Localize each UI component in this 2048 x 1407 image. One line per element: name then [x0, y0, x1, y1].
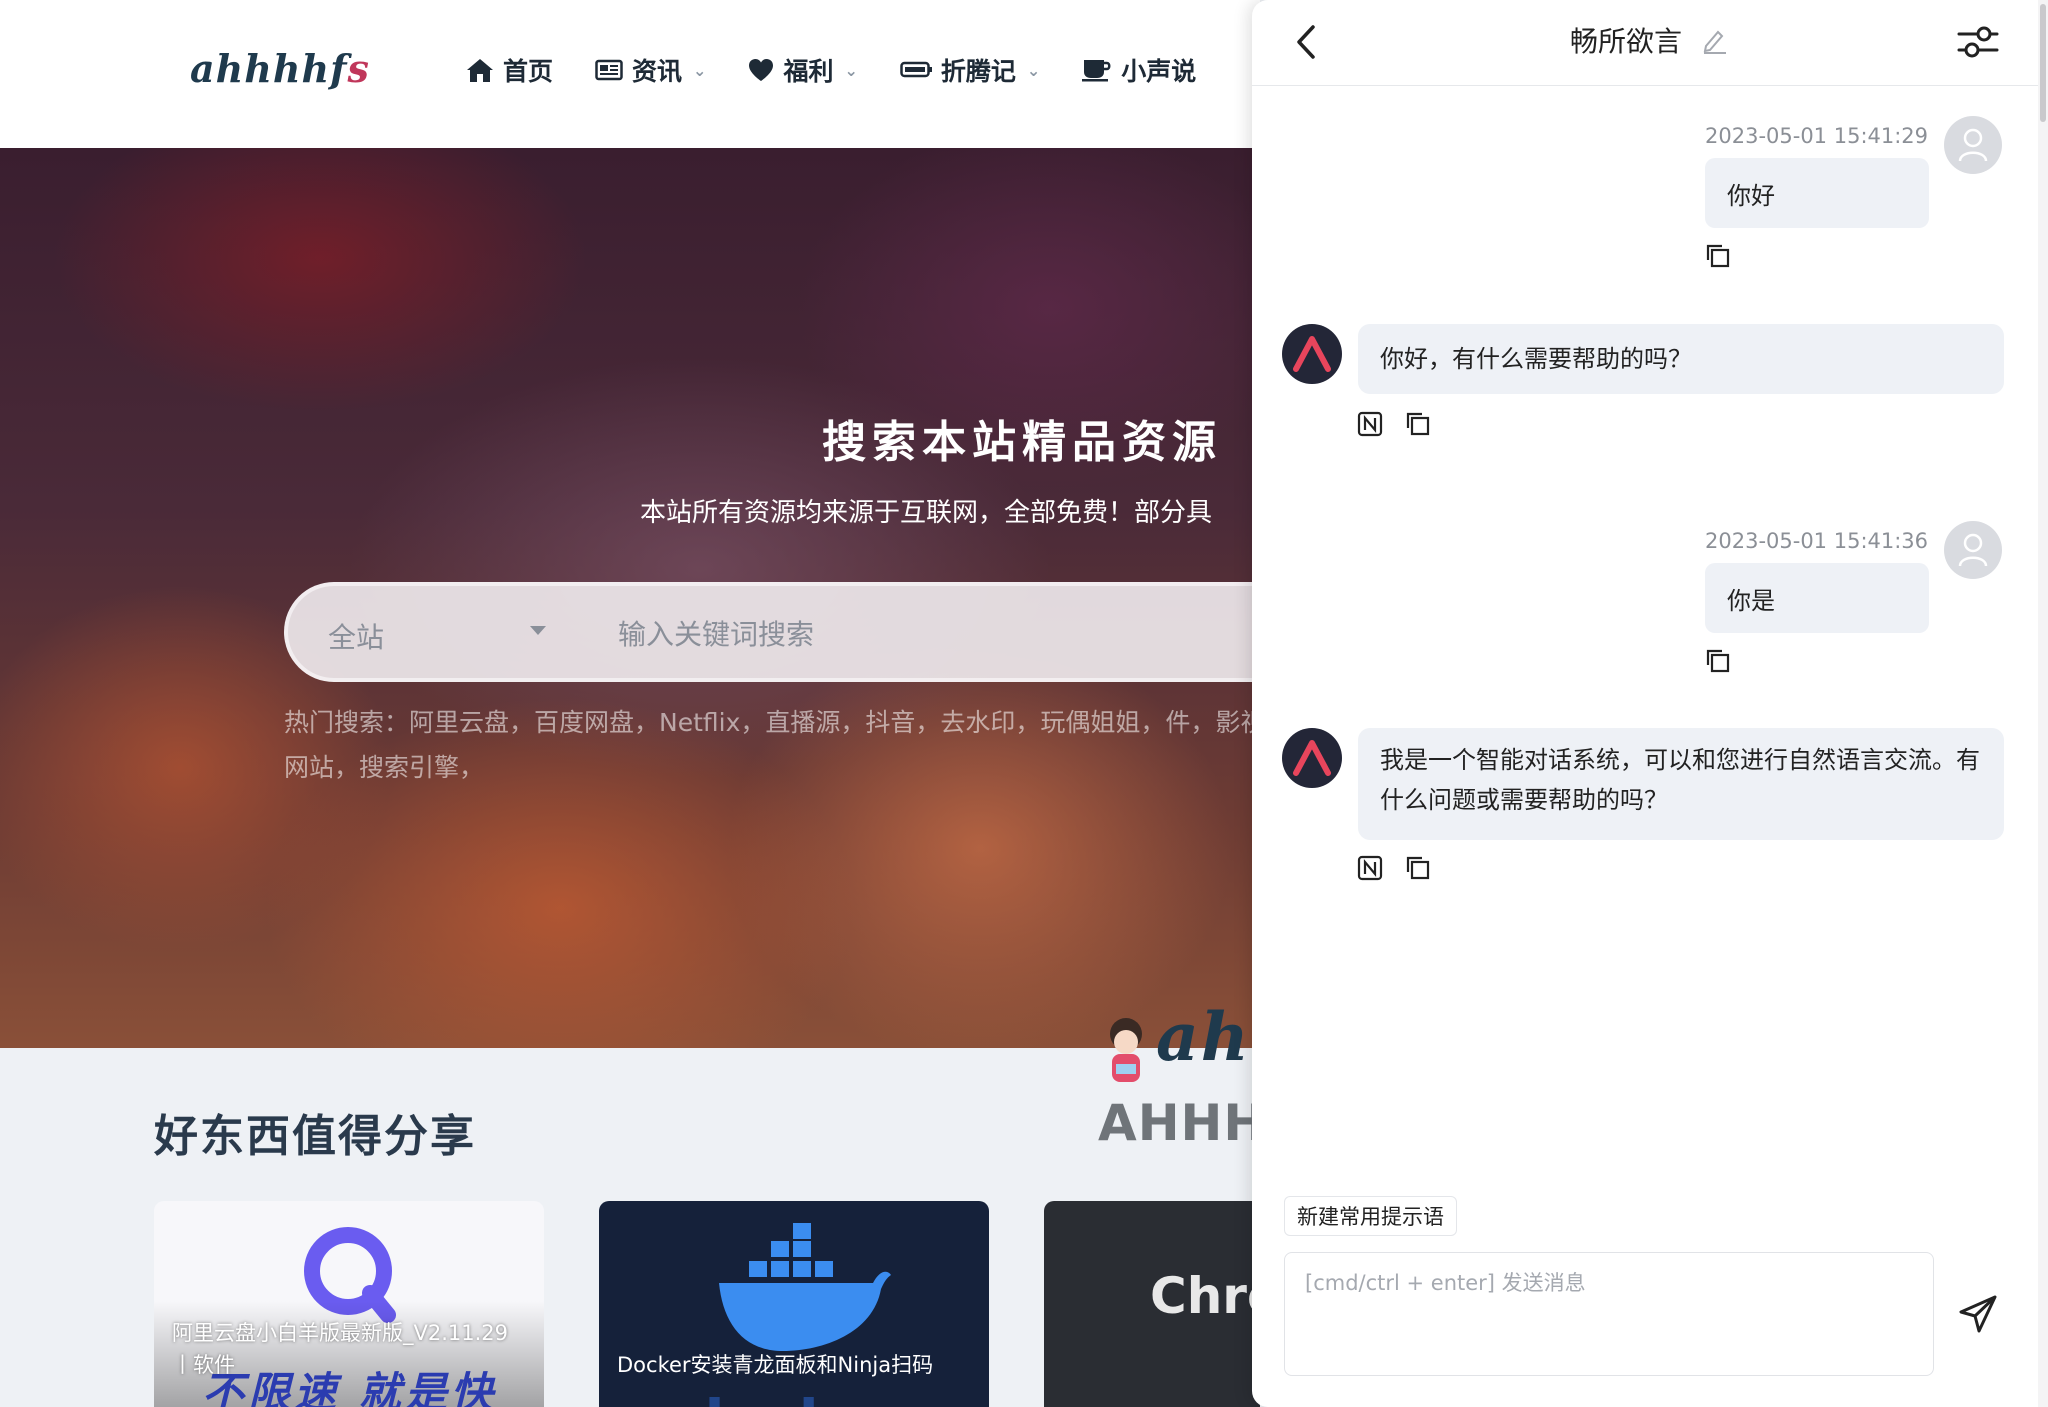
heart-icon [749, 59, 774, 81]
chat-header: 畅所欲言 [1252, 0, 2038, 86]
nav-label: 福利 [783, 57, 834, 86]
nav-label: 资讯 [632, 57, 683, 86]
user-avatar [1944, 521, 2002, 579]
post-card[interactable]: Chro [1044, 1201, 1260, 1407]
scrollbar-thumb[interactable] [2040, 4, 2046, 122]
settings-sliders-icon[interactable] [1956, 22, 2000, 62]
copy-button[interactable] [1704, 242, 1732, 270]
card-image-text: docker [683, 1387, 904, 1407]
coffee-icon [1082, 60, 1111, 82]
notion-export-button[interactable] [1356, 410, 1384, 438]
notion-export-button[interactable] [1356, 854, 1384, 882]
caret-down-icon[interactable] [530, 626, 546, 635]
hero-banner: 搜索本站精品资源 本站所有资源均来源于互联网，全部免费！部分具 全站 热门搜索：… [0, 148, 1260, 1048]
mascot-icon [1110, 1018, 1142, 1082]
chevron-down-icon: ⌄ [693, 60, 707, 80]
chevron-left-icon [1297, 25, 1315, 59]
user-icon [1958, 128, 1988, 162]
hero-title: 搜索本站精品资源 [822, 417, 1222, 468]
main-nav: 首页 资讯 ⌄ 福利 ⌄ 折腾记 ⌄ 小声说 [466, 52, 1196, 88]
chat-panel: 畅所欲言 2023-05-01 15:41:29 你好 你好，有什么需要帮助的吗… [1252, 0, 2038, 1407]
nav-item-news[interactable]: 资讯 ⌄ [595, 52, 706, 88]
nav-item-home[interactable]: 首页 [466, 52, 553, 88]
chat-title: 畅所欲言 [1570, 25, 1683, 58]
copy-button[interactable] [1404, 854, 1432, 882]
search-scope-select[interactable]: 全站 [328, 616, 384, 656]
copy-icon [1406, 412, 1430, 436]
assistant-avatar [1282, 728, 1342, 788]
chevron-down-icon: ⌄ [844, 60, 858, 80]
tool-icon [900, 61, 932, 78]
copy-button[interactable] [1404, 410, 1432, 438]
nav-item-tinker[interactable]: 折腾记 ⌄ [900, 52, 1040, 88]
newspaper-icon [595, 59, 623, 81]
docker-whale-logo [719, 1223, 891, 1351]
watermark-domain: AHHHHFS.COM [1098, 1094, 1260, 1152]
card-caption[interactable]: 阿里云盘小白羊版最新版_V2.11.29 丨软件 [172, 1317, 532, 1381]
new-prompt-button[interactable]: 新建常用提示语 [1284, 1196, 1457, 1236]
website-background: ahhhhfs 首页 资讯 ⌄ 福利 ⌄ 折腾记 ⌄ 小声说 搜索本站精品资源 … [0, 0, 1260, 1407]
nav-label: 小声说 [1121, 57, 1197, 86]
edit-icon[interactable] [1700, 26, 1728, 54]
card-image-text: Chro [1150, 1267, 1260, 1325]
watermark: ahhhhfs A姐分享 AHHHHFS.COM [1098, 990, 1260, 1160]
assistant-logo-icon [1293, 740, 1331, 776]
message-timestamp: 2023-05-01 15:41:29 [1705, 124, 1929, 148]
message-composer [1284, 1252, 1934, 1376]
copy-icon [1706, 244, 1730, 268]
assistant-avatar [1282, 324, 1342, 384]
notion-icon [1357, 855, 1383, 881]
card-caption[interactable]: Docker安装青龙面板和Ninja扫码 [617, 1349, 933, 1381]
assistant-logo-icon [1293, 336, 1331, 372]
site-header: ahhhhfs 首页 资讯 ⌄ 福利 ⌄ 折腾记 ⌄ 小声说 [0, 0, 1260, 148]
user-avatar [1944, 116, 2002, 174]
user-icon [1958, 533, 1988, 567]
assistant-message-bubble: 我是一个智能对话系统，可以和您进行自然语言交流。有什么问题或需要帮助的吗？ [1358, 728, 2004, 840]
nav-item-welfare[interactable]: 福利 ⌄ [748, 52, 858, 88]
copy-icon [1706, 649, 1730, 673]
message-timestamp: 2023-05-01 15:41:36 [1705, 529, 1929, 553]
section-title: 好东西值得分享 [154, 1111, 476, 1162]
message-input[interactable] [1285, 1253, 1933, 1375]
search-bar: 全站 [284, 582, 1260, 682]
hot-searches[interactable]: 热门搜索：阿里云盘，百度网盘，Netflix，直播源，抖音，去水印，玩偶姐姐，件… [284, 700, 1260, 790]
home-icon [467, 59, 493, 82]
send-button[interactable] [1954, 1290, 2002, 1338]
page-scrollbar[interactable] [2038, 0, 2048, 1407]
copy-icon [1406, 856, 1430, 880]
hero-subtitle: 本站所有资源均来源于互联网，全部免费！部分具 [640, 498, 1213, 528]
post-card[interactable]: Docker安装青龙面板和Ninja扫码 docker [599, 1201, 989, 1407]
watermark-logo: ahhhhfs [1156, 998, 1260, 1076]
assistant-message-bubble: 你好，有什么需要帮助的吗？ [1358, 324, 2004, 394]
notion-icon [1357, 411, 1383, 437]
copy-button[interactable] [1704, 647, 1732, 675]
site-logo[interactable]: ahhhhfs [190, 46, 370, 91]
user-message-bubble: 你好 [1705, 158, 1929, 228]
post-card[interactable]: 不限速 就是快 阿里云盘小白羊版最新版_V2.11.29 丨软件 [154, 1201, 544, 1407]
search-input[interactable] [618, 610, 1260, 658]
chevron-down-icon: ⌄ [1026, 60, 1041, 80]
nav-label: 折腾记 [940, 57, 1016, 86]
send-icon [1959, 1295, 1997, 1333]
nav-label: 首页 [503, 57, 554, 86]
back-button[interactable] [1284, 20, 1328, 64]
nav-item-whisper[interactable]: 小声说 [1082, 52, 1196, 88]
user-message-bubble: 你是 [1705, 563, 1929, 633]
